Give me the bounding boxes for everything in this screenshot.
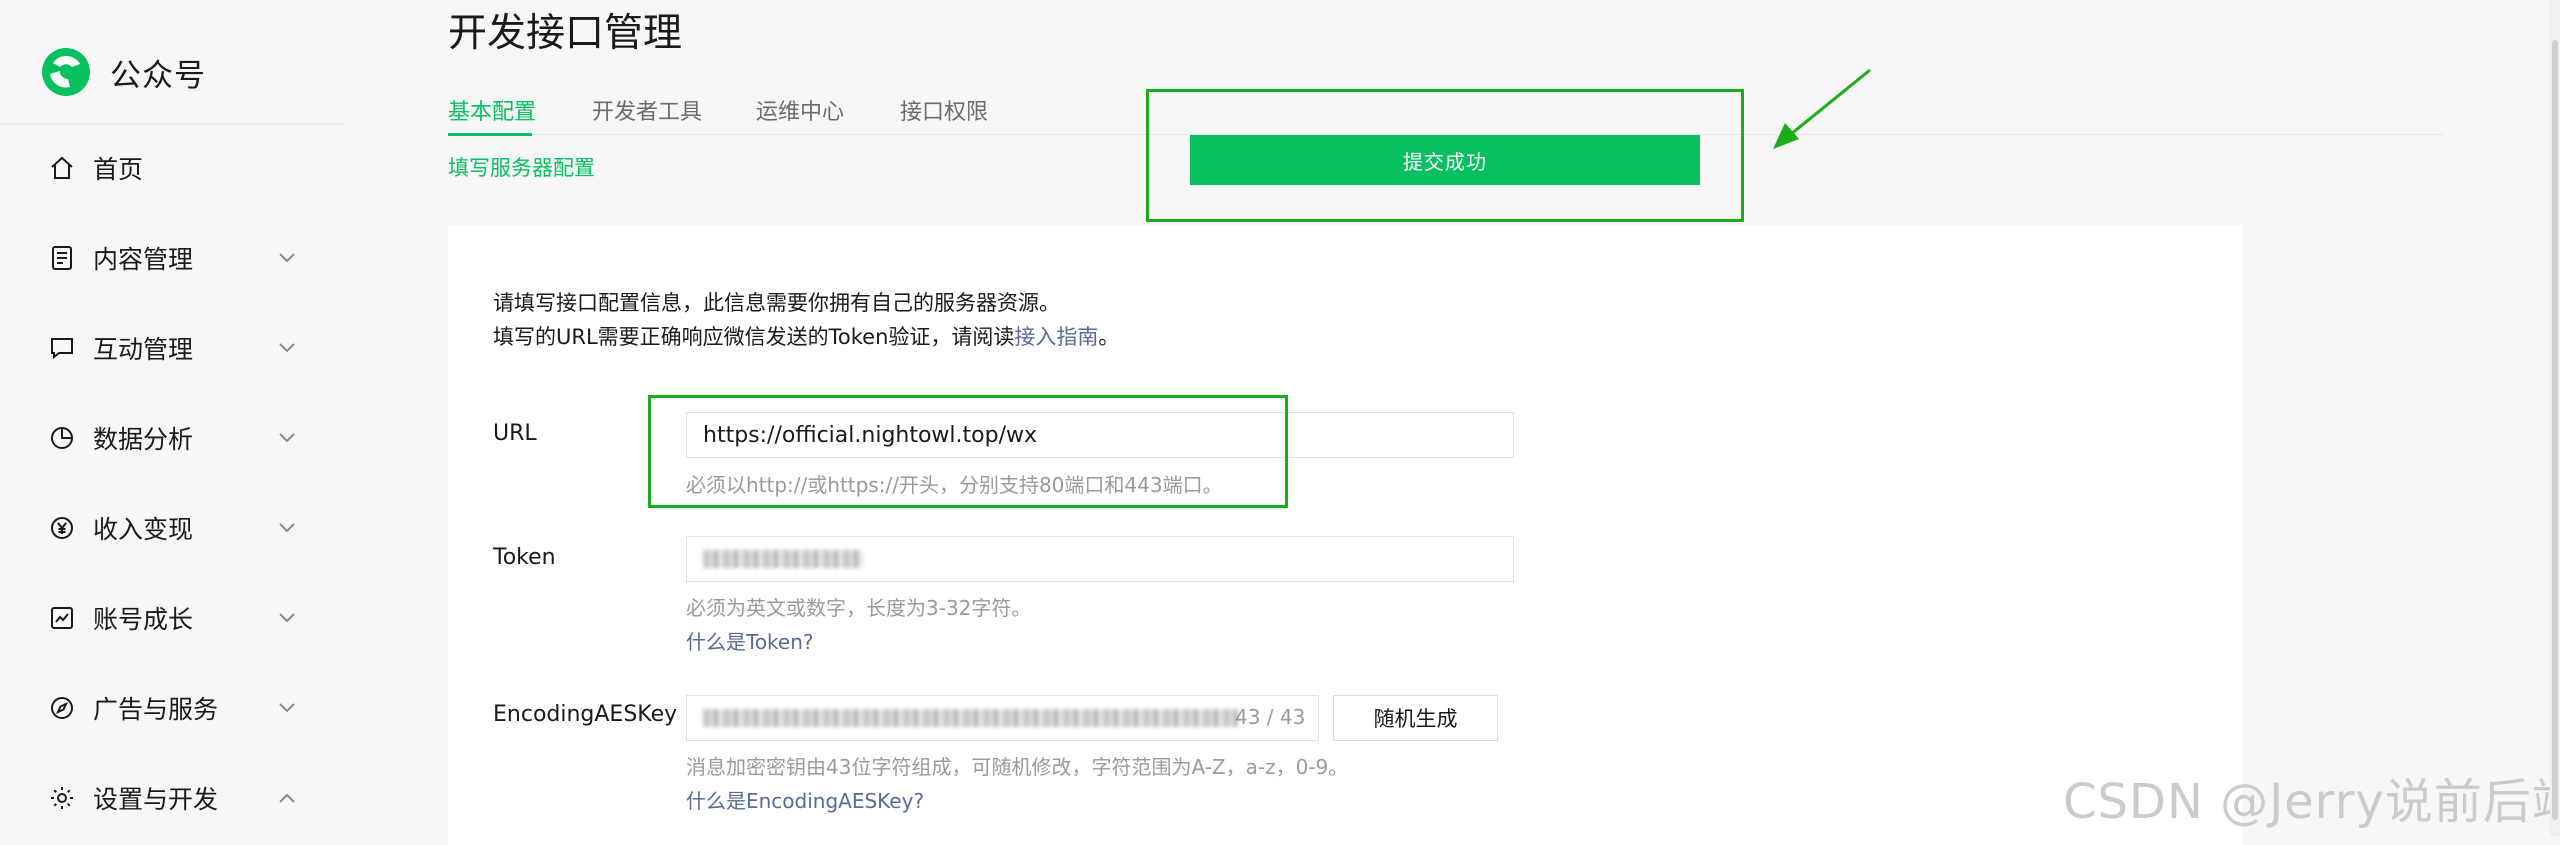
aeskey-label: EncodingAESKey — [493, 702, 678, 727]
home-icon — [48, 154, 76, 182]
tab-basic-config[interactable]: 基本配置 — [448, 94, 536, 126]
tab-developer-tools[interactable]: 开发者工具 — [592, 94, 702, 126]
sidebar-item-growth[interactable]: 账号成长 — [0, 588, 345, 648]
token-input[interactable] — [686, 536, 1514, 582]
sidebar-item-label: 收入变现 — [93, 515, 194, 544]
access-guide-link[interactable]: 接入指南 — [1014, 325, 1098, 349]
chevron-down-icon — [276, 607, 298, 629]
sidebar-item-interaction[interactable]: 互动管理 — [0, 318, 345, 378]
sidebar-item-settings-dev[interactable]: 设置与开发 — [0, 768, 345, 828]
highlight-box-success — [1146, 89, 1744, 222]
sidebar-divider — [0, 123, 345, 125]
chevron-down-icon — [276, 427, 298, 449]
sidebar-item-monetization[interactable]: 收入变现 — [0, 498, 345, 558]
trend-chart-icon — [48, 604, 76, 632]
annotation-arrow-icon — [1773, 68, 1871, 149]
wechat-official-logo-icon — [42, 48, 90, 96]
tab-ops-center[interactable]: 运维中心 — [756, 94, 844, 126]
token-value-obscured — [703, 550, 863, 568]
chevron-down-icon — [276, 247, 298, 269]
sidebar-item-home[interactable]: 首页 — [0, 138, 345, 198]
sidebar-item-label: 数据分析 — [93, 425, 194, 454]
sidebar-item-label: 互动管理 — [93, 335, 194, 364]
url-label: URL — [493, 421, 537, 446]
app-name: 公众号 — [110, 57, 206, 94]
intro-text-line1: 请填写接口配置信息，此信息需要你拥有自己的服务器资源。 — [493, 291, 1060, 315]
sidebar-item-content[interactable]: 内容管理 — [0, 228, 345, 288]
aeskey-value-obscured — [703, 709, 1238, 727]
pie-chart-icon — [48, 424, 76, 452]
sidebar: 公众号 首页 内容管理 互动管理 数据分析 收入变现 账号成长 广告与服务 设置… — [0, 0, 345, 836]
yen-icon — [48, 514, 76, 542]
what-is-aeskey-link[interactable]: 什么是EncodingAESKey? — [686, 785, 924, 814]
intro-text-prefix: 填写的URL需要正确响应微信发送的Token验证，请阅读 — [493, 325, 1015, 349]
aeskey-input[interactable] — [686, 695, 1319, 741]
sidebar-item-ads-services[interactable]: 广告与服务 — [0, 678, 345, 738]
aeskey-char-counter: 43 / 43 — [1235, 705, 1306, 729]
token-label: Token — [493, 545, 556, 570]
sidebar-item-label: 广告与服务 — [93, 695, 219, 724]
what-is-token-link[interactable]: 什么是Token? — [686, 626, 814, 655]
sidebar-item-label: 设置与开发 — [93, 785, 219, 814]
chat-icon — [48, 334, 76, 362]
scrollbar-thumb[interactable] — [2552, 40, 2558, 820]
sidebar-item-label: 内容管理 — [93, 245, 194, 274]
sidebar-item-label: 首页 — [93, 155, 144, 184]
sidebar-item-analytics[interactable]: 数据分析 — [0, 408, 345, 468]
chevron-down-icon — [276, 517, 298, 539]
tab-api-permissions[interactable]: 接口权限 — [900, 94, 988, 126]
chevron-up-icon — [276, 787, 298, 809]
fill-server-config-link[interactable]: 填写服务器配置 — [448, 152, 595, 182]
compass-icon — [48, 694, 76, 722]
highlight-box-url — [648, 395, 1288, 508]
sidebar-item-label: 账号成长 — [93, 605, 194, 634]
active-tab-indicator — [448, 133, 532, 136]
page-title: 开发接口管理 — [448, 11, 683, 56]
aeskey-tip: 消息加密密钥由43位字符组成，可随机修改，字符范围为A-Z，a-z，0-9。 — [686, 755, 1349, 779]
logo[interactable]: 公众号 — [40, 46, 206, 98]
token-tip: 必须为英文或数字，长度为3-32字符。 — [686, 596, 1032, 620]
chevron-down-icon — [276, 697, 298, 719]
random-generate-button[interactable]: 随机生成 — [1333, 695, 1498, 741]
intro-text-suffix: 。 — [1098, 325, 1120, 349]
document-icon — [48, 244, 76, 272]
chevron-down-icon — [276, 337, 298, 359]
intro-text-line2: 填写的URL需要正确响应微信发送的Token验证，请阅读接入指南。 — [493, 321, 1119, 351]
gear-icon — [48, 784, 76, 812]
watermark: CSDN @Jerry说前后端 — [2063, 774, 2560, 830]
